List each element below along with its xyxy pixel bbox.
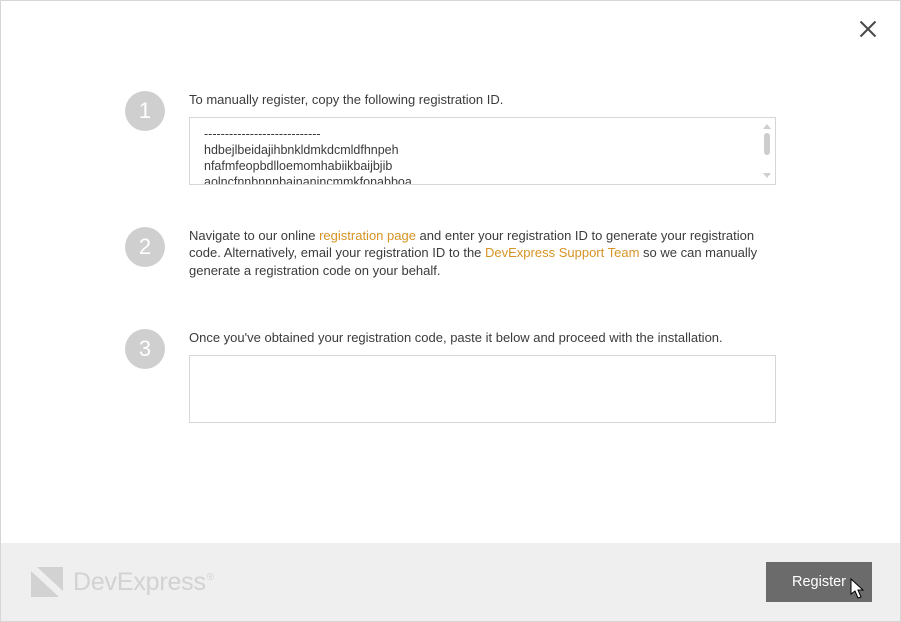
- step-badge-3: 3: [125, 329, 165, 369]
- step-2-text-pre: Navigate to our online: [189, 228, 319, 243]
- dialog-footer: DevExpress® Register: [1, 543, 900, 621]
- registration-id-box[interactable]: ---------------------------- hdbejlbeida…: [189, 117, 776, 185]
- step-badge-2: 2: [125, 227, 165, 267]
- support-team-link[interactable]: DevExpress Support Team: [485, 245, 639, 260]
- step-1-instruction: To manually register, copy the following…: [189, 91, 776, 109]
- devexpress-logo-text: DevExpress®: [73, 568, 214, 597]
- step-3: 3 Once you've obtained your registration…: [125, 329, 776, 426]
- close-icon: [858, 19, 878, 39]
- close-button[interactable]: [858, 19, 878, 39]
- registration-page-link[interactable]: registration page: [319, 228, 416, 243]
- step-3-instruction: Once you've obtained your registration c…: [189, 329, 776, 347]
- scrollbar[interactable]: [763, 124, 771, 178]
- registration-dialog: 1 To manually register, copy the followi…: [0, 0, 901, 622]
- registration-id-text: ---------------------------- hdbejlbeida…: [204, 126, 753, 185]
- step-2-instruction: Navigate to our online registration page…: [189, 227, 776, 280]
- step-badge-1: 1: [125, 91, 165, 131]
- step-2: 2 Navigate to our online registration pa…: [125, 227, 776, 288]
- scroll-down-icon[interactable]: [763, 173, 771, 178]
- dialog-content: 1 To manually register, copy the followi…: [1, 1, 900, 543]
- devexpress-logo-icon: [31, 567, 63, 597]
- devexpress-logo: DevExpress®: [31, 567, 214, 597]
- registration-code-input[interactable]: [189, 355, 776, 423]
- step-1: 1 To manually register, copy the followi…: [125, 91, 776, 185]
- scroll-up-icon[interactable]: [763, 124, 771, 129]
- register-button[interactable]: Register: [766, 562, 872, 602]
- scroll-thumb[interactable]: [764, 133, 770, 155]
